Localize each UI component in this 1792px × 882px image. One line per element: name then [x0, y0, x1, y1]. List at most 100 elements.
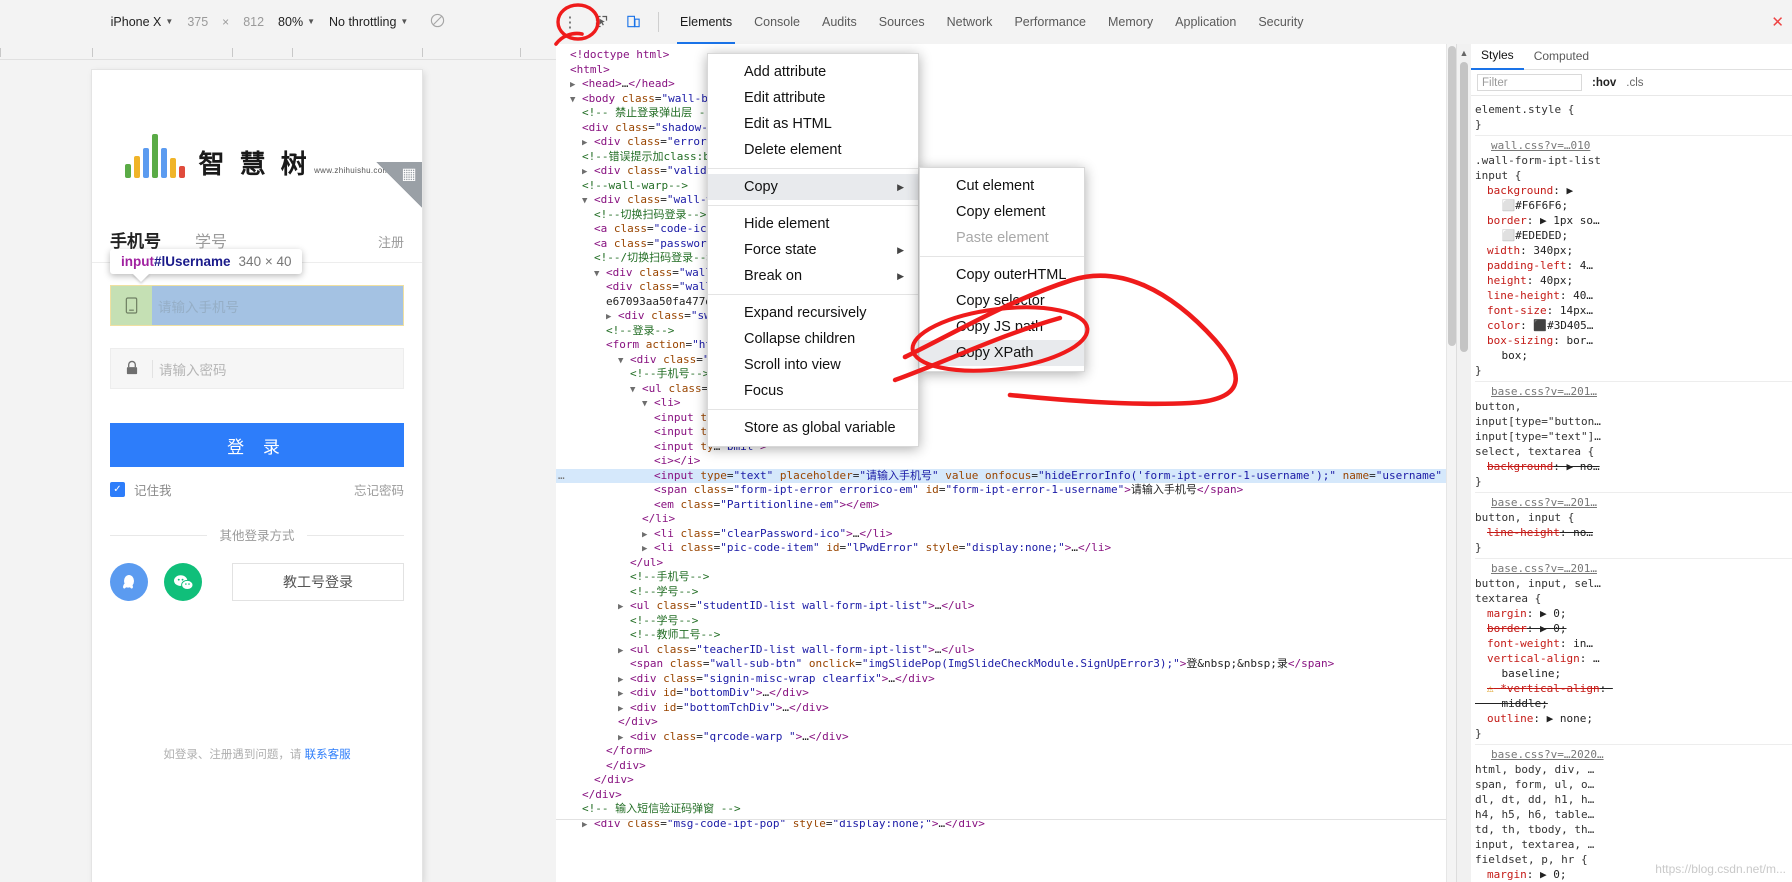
dom-node[interactable]: </div>: [556, 715, 1456, 730]
dom-node[interactable]: ▶ <div id="bottomDiv">…</div>: [556, 686, 1456, 701]
css-rule[interactable]: base.css?v=…201… button, input, sel… text…: [1475, 559, 1792, 745]
css-property[interactable]: font-size: [1475, 304, 1547, 317]
css-property[interactable]: height: [1475, 274, 1527, 287]
css-value[interactable]: : ▶ 0;: [1527, 607, 1567, 620]
dom-node[interactable]: </div>: [556, 773, 1456, 788]
menu-item-copy-xpath[interactable]: Copy XPath: [920, 340, 1084, 366]
device-selector[interactable]: iPhone X ▼: [111, 15, 174, 29]
css-value[interactable]: : ▶ 0;: [1527, 622, 1567, 635]
styles-scrollbar-thumb[interactable]: [1460, 62, 1468, 352]
menu-item-cut-element[interactable]: Cut element: [920, 173, 1084, 199]
css-property[interactable]: ⚠ *vertical-align: [1475, 682, 1600, 695]
element-style-rule[interactable]: element.style { }: [1475, 100, 1792, 136]
css-value[interactable]: : 40…: [1560, 289, 1593, 302]
menu-item-copy[interactable]: Copy ▶: [708, 174, 918, 200]
menu-item-scroll-into-view[interactable]: Scroll into view: [708, 352, 918, 378]
menu-item-copy-selector[interactable]: Copy selector: [920, 288, 1084, 314]
dom-node[interactable]: <input ty…"bmit">: [556, 440, 1456, 455]
phone-number-field[interactable]: 请输入手机号: [110, 285, 404, 326]
css-property[interactable]: background: [1475, 460, 1553, 473]
css-value[interactable]: : ⬛#3D405…: [1520, 319, 1593, 332]
tab-network[interactable]: Network: [936, 0, 1004, 44]
dom-node[interactable]: <i></i>: [556, 454, 1456, 469]
css-value[interactable]: : 40px;: [1527, 274, 1573, 287]
menu-item-edit-attribute[interactable]: Edit attribute: [708, 85, 918, 111]
inspect-element-icon[interactable]: [586, 7, 616, 37]
dom-node[interactable]: </ul>: [556, 556, 1456, 571]
dom-node[interactable]: <div class="shadow-l…">: [556, 121, 1456, 136]
menu-item-collapse-children[interactable]: Collapse children: [708, 326, 918, 352]
dom-node[interactable]: ▶ <div class="signin-misc-wrap clearfix"…: [556, 672, 1456, 687]
dom-node[interactable]: </div>: [556, 788, 1456, 803]
css-property[interactable]: line-height: [1475, 289, 1560, 302]
css-source-link[interactable]: base.css?v=…201…: [1475, 561, 1792, 576]
css-value[interactable]: : 4…: [1566, 259, 1593, 272]
tab-console[interactable]: Console: [743, 0, 811, 44]
css-property[interactable]: box-sizing: [1475, 334, 1553, 347]
css-value[interactable]: : 14px…: [1547, 304, 1593, 317]
menu-item-hide-element[interactable]: Hide element: [708, 211, 918, 237]
register-link[interactable]: 注册: [378, 232, 404, 251]
css-rule[interactable]: base.css?v=…201… button, input[type="butt…: [1475, 382, 1792, 493]
dom-node[interactable]: ▶ <ul class="teacherID-list wall-form-ip…: [556, 643, 1456, 658]
dom-node[interactable]: <!--学号-->: [556, 585, 1456, 600]
css-value[interactable]: : 340px;: [1520, 244, 1573, 257]
css-property[interactable]: font-weight: [1475, 637, 1560, 650]
css-rules-list[interactable]: element.style { } wall.css?v=…010 .wall-fo…: [1471, 96, 1792, 882]
dom-node[interactable]: ▶ <head>…</head>: [556, 77, 1456, 92]
dom-node[interactable]: ▶ <div class="qrcode-warp ">…</div>: [556, 730, 1456, 745]
qr-code-corner-badge[interactable]: ▦: [376, 162, 422, 208]
dom-node[interactable]: <input ty…"ds1">: [556, 425, 1456, 440]
tab-audits[interactable]: Audits: [811, 0, 868, 44]
css-rule[interactable]: wall.css?v=…010 .wall-form-ipt-list input…: [1475, 136, 1792, 382]
css-property[interactable]: color: [1475, 319, 1520, 332]
menu-item-copy-outerhtml[interactable]: Copy outerHTML: [920, 262, 1084, 288]
more-vertical-icon[interactable]: ⋮: [556, 13, 584, 31]
dom-node[interactable]: <!-- 禁止登录弹出层 -->: [556, 106, 1456, 121]
dom-node[interactable]: ▶ <li class="clearPassword-ico">…</li>: [556, 527, 1456, 542]
css-property[interactable]: margin: [1475, 607, 1527, 620]
dom-node[interactable]: <input ty…: [556, 411, 1456, 426]
login-button[interactable]: 登 录: [110, 423, 404, 467]
menu-item-add-attribute[interactable]: Add attribute: [708, 59, 918, 85]
tab-performance[interactable]: Performance: [1003, 0, 1097, 44]
menu-item-store-as-global-variable[interactable]: Store as global variable: [708, 415, 918, 441]
close-icon[interactable]: ✕: [1771, 13, 1784, 31]
dom-node[interactable]: ▼ <li>: [556, 396, 1456, 411]
device-toolbar-icon[interactable]: [618, 7, 648, 37]
dom-node[interactable]: <html>: [556, 63, 1456, 78]
css-selector[interactable]: button, input, sel… textarea {: [1475, 577, 1601, 605]
css-property[interactable]: outline: [1475, 712, 1533, 725]
viewport-height-input[interactable]: 812: [243, 15, 264, 29]
dom-node-selected[interactable]: … <input type="text" placeholder="请输入手机号"…: [556, 468, 1456, 483]
styles-filter-input[interactable]: Filter: [1477, 74, 1582, 91]
menu-item-force-state[interactable]: Force state ▶: [708, 237, 918, 263]
tab-memory[interactable]: Memory: [1097, 0, 1164, 44]
css-property[interactable]: width: [1475, 244, 1520, 257]
tab-application[interactable]: Application: [1164, 0, 1247, 44]
dom-node[interactable]: </div>: [556, 759, 1456, 774]
css-property[interactable]: margin: [1475, 868, 1527, 881]
dom-node[interactable]: ▼ <ul class="ph…": [556, 382, 1456, 397]
dom-node[interactable]: ▶ <ul class="studentID-list wall-form-ip…: [556, 599, 1456, 614]
css-value[interactable]: : ▶ none;: [1533, 712, 1593, 725]
dom-node[interactable]: ▼ <body class="wall-body">: [556, 92, 1456, 107]
dom-node[interactable]: </form>: [556, 744, 1456, 759]
css-property[interactable]: border: [1475, 214, 1527, 227]
menu-item-edit-as-html[interactable]: Edit as HTML: [708, 111, 918, 137]
dom-node[interactable]: ▶ <li class="pic-code-item" id="lPwdErro…: [556, 541, 1456, 556]
css-property[interactable]: line-height: [1475, 526, 1560, 539]
css-value[interactable]: : ▶ 0;: [1527, 868, 1567, 881]
dom-node[interactable]: <!--教师工号-->: [556, 628, 1456, 643]
css-value[interactable]: : ▶ no…: [1553, 460, 1599, 473]
tab-sources[interactable]: Sources: [868, 0, 936, 44]
teacher-login-button[interactable]: 教工号登录: [232, 563, 404, 601]
menu-item-copy-js-path[interactable]: Copy JS path: [920, 314, 1084, 340]
dom-node[interactable]: ▶ <div class="error-ti…": [556, 135, 1456, 150]
css-source-link[interactable]: base.css?v=…201…: [1475, 495, 1792, 510]
menu-item-copy-element[interactable]: Copy element: [920, 199, 1084, 225]
context-menu[interactable]: Add attribute Edit attribute Edit as HTML D…: [707, 53, 919, 447]
force-hover-state-button[interactable]: :hov: [1592, 77, 1616, 89]
dom-scrollbar[interactable]: [1446, 44, 1456, 882]
dom-node[interactable]: <span class="wall-sub-btn" onclick="imgS…: [556, 657, 1456, 672]
